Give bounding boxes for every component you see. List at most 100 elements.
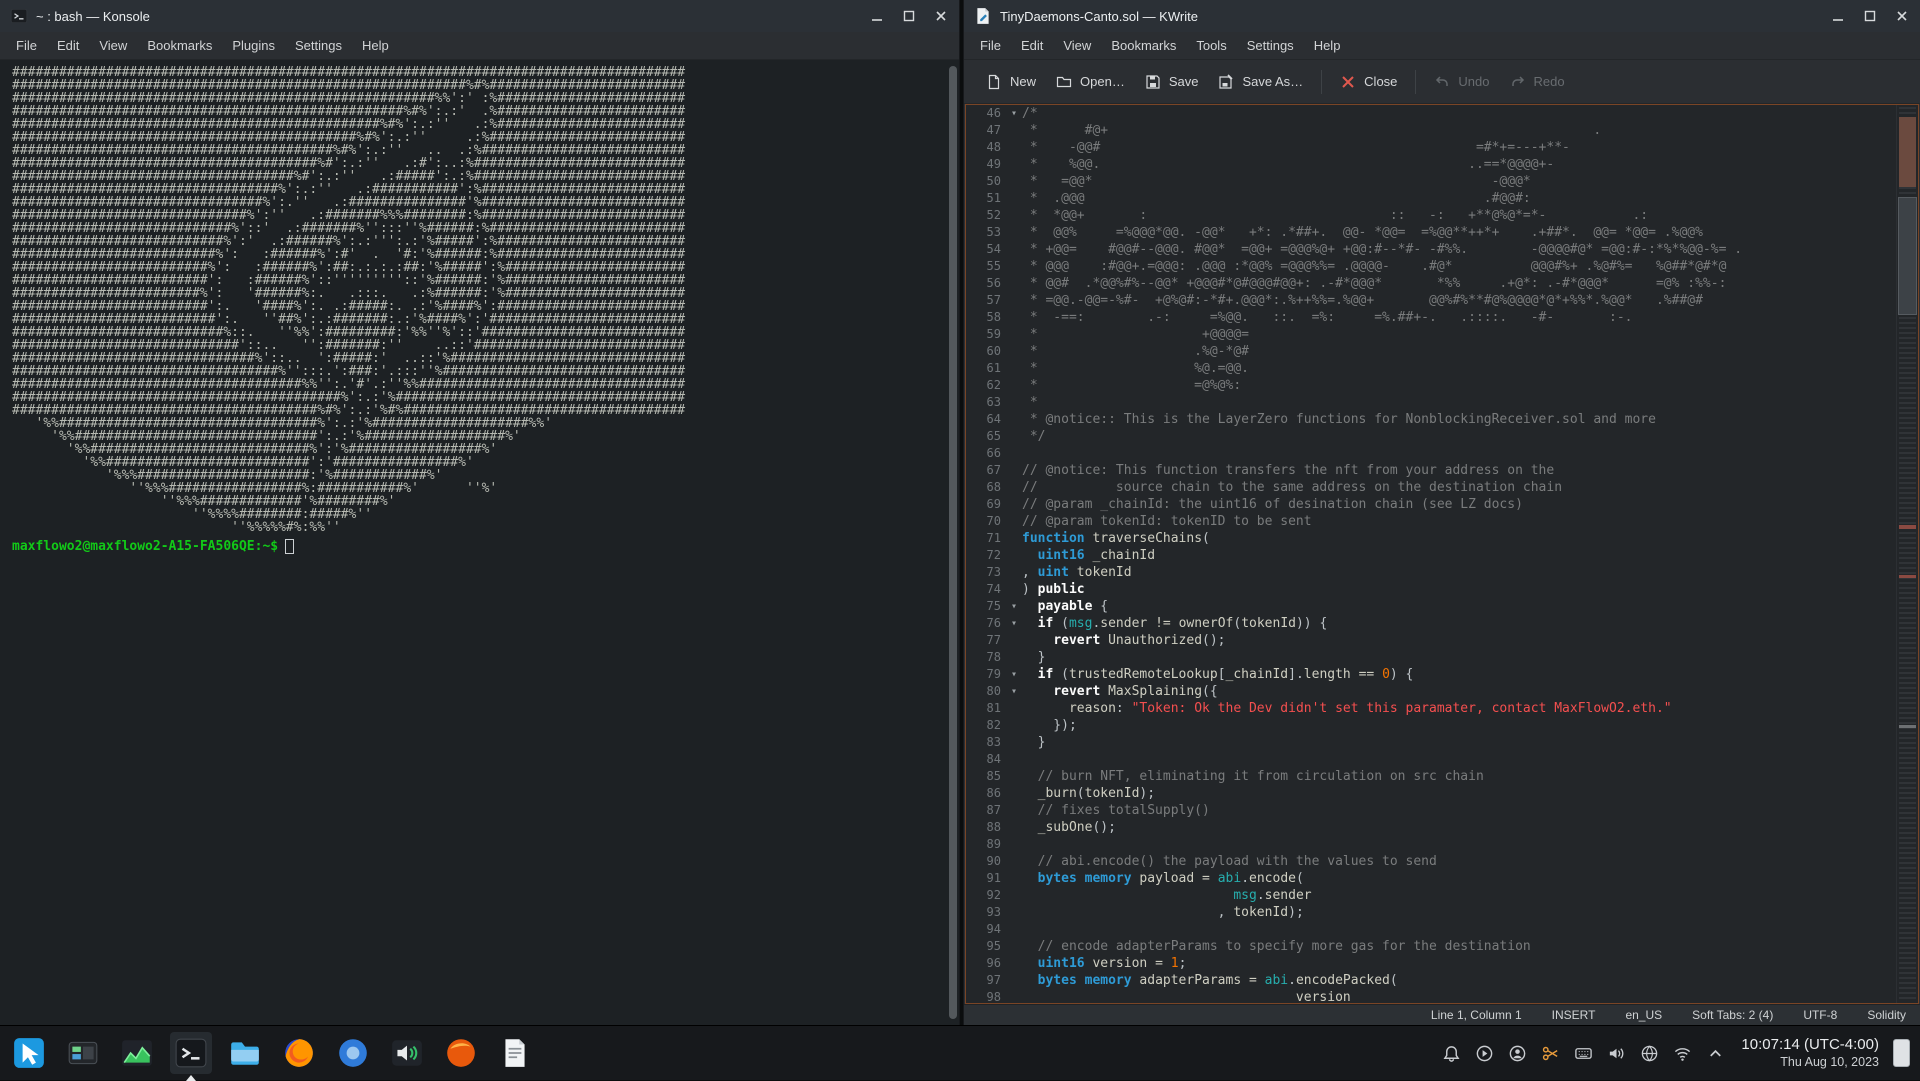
code-text: [1022, 836, 1896, 853]
fold-spacer: [1006, 972, 1022, 989]
close-button[interactable]: [933, 8, 949, 24]
status-solidity[interactable]: Solidity: [1867, 1008, 1906, 1022]
code-line-60: 60 * .%@-*@#: [966, 343, 1896, 360]
kwrite-statusbar: Line 1, Column 1 INSERT en_US Soft Tabs: 2 …: [964, 1004, 1920, 1025]
system-monitor-task[interactable]: [116, 1032, 158, 1074]
code-text: msg.sender: [1022, 887, 1896, 904]
open-button[interactable]: Open…: [1046, 68, 1135, 96]
code-text: * -@@# =#*+=---+**-: [1022, 139, 1896, 156]
save-button[interactable]: Save: [1135, 68, 1209, 96]
code-line-79: 79▾ if (trustedRemoteLookup[_chainId].le…: [966, 666, 1896, 683]
toolbar-button-label: Redo: [1534, 74, 1565, 89]
media-player-icon[interactable]: [1474, 1043, 1494, 1063]
line-number: 51: [966, 190, 1006, 207]
tray-expander-icon[interactable]: [1705, 1043, 1725, 1063]
minimap-mark: [1899, 117, 1916, 187]
code-text: /*: [1022, 105, 1896, 122]
volume-icon[interactable]: [1606, 1043, 1626, 1063]
code-text: * -==: .-: =%@@. ::. =%: =%.##+-. .::::.…: [1022, 309, 1896, 326]
fold-arrow-icon[interactable]: ▾: [1006, 683, 1022, 700]
line-number: 60: [966, 343, 1006, 360]
close-button[interactable]: [1894, 8, 1910, 24]
terminal-ascii-art: ########################################…: [12, 66, 947, 534]
menu-plugins[interactable]: Plugins: [222, 32, 285, 60]
new-button[interactable]: New: [976, 68, 1046, 96]
status-en-us[interactable]: en_US: [1625, 1008, 1662, 1022]
editor-view[interactable]: 46▾/*47 * #@+ .48 * -@@# =#*+=---+**-49 …: [965, 104, 1919, 1004]
fold-spacer: [1006, 139, 1022, 156]
menu-help[interactable]: Help: [352, 32, 399, 60]
line-number: 67: [966, 462, 1006, 479]
wifi-icon[interactable]: [1672, 1043, 1692, 1063]
status-line-1-column-1[interactable]: Line 1, Column 1: [1431, 1008, 1522, 1022]
user-account-icon[interactable]: [1507, 1043, 1527, 1063]
minimap-scrollbar[interactable]: [1896, 105, 1918, 1003]
line-number: 76: [966, 615, 1006, 632]
menu-file[interactable]: File: [970, 32, 1011, 60]
fold-arrow-icon[interactable]: ▾: [1006, 105, 1022, 122]
code-text: revert Unauthorized();: [1022, 632, 1896, 649]
line-number: 64: [966, 411, 1006, 428]
fold-spacer: [1006, 819, 1022, 836]
audio-player-task[interactable]: [386, 1032, 428, 1074]
network-icon[interactable]: [1639, 1043, 1659, 1063]
line-number: 89: [966, 836, 1006, 853]
fold-spacer: [1006, 768, 1022, 785]
fold-arrow-icon[interactable]: ▾: [1006, 598, 1022, 615]
konsole-task[interactable]: [170, 1032, 212, 1074]
menu-edit[interactable]: Edit: [1011, 32, 1053, 60]
clipboard-scissors-icon[interactable]: [1540, 1043, 1560, 1063]
launcher-task[interactable]: [8, 1032, 50, 1074]
menu-edit[interactable]: Edit: [47, 32, 89, 60]
code-text: * @@% =%@@@*@@. -@@* +*: .*##+. @@- *@@=…: [1022, 224, 1896, 241]
line-number: 48: [966, 139, 1006, 156]
document-viewer-task[interactable]: [494, 1032, 536, 1074]
new-document-icon: [986, 74, 1002, 90]
save-as-button[interactable]: Save As…: [1208, 68, 1313, 96]
firefox-task[interactable]: [278, 1032, 320, 1074]
fold-arrow-icon[interactable]: ▾: [1006, 666, 1022, 683]
code-line-88: 88 _subOne();: [966, 819, 1896, 836]
discover-task[interactable]: [332, 1032, 374, 1074]
code-text: // @param tokenId: tokenID to be sent: [1022, 513, 1896, 530]
menu-view[interactable]: View: [1053, 32, 1101, 60]
code-line-72: 72 uint16 _chainId: [966, 547, 1896, 564]
kwrite-titlebar[interactable]: TinyDaemons-Canto.sol — KWrite: [964, 0, 1920, 32]
menu-bookmarks[interactable]: Bookmarks: [137, 32, 222, 60]
redo-button: Redo: [1500, 68, 1575, 96]
notifications-bell-icon[interactable]: [1441, 1043, 1461, 1063]
menu-bookmarks[interactable]: Bookmarks: [1101, 32, 1186, 60]
dolphin-task[interactable]: [224, 1032, 266, 1074]
menu-view[interactable]: View: [89, 32, 137, 60]
status-soft-tabs-2-4[interactable]: Soft Tabs: 2 (4): [1692, 1008, 1773, 1022]
menu-settings[interactable]: Settings: [285, 32, 352, 60]
status-insert[interactable]: INSERT: [1552, 1008, 1596, 1022]
menu-settings[interactable]: Settings: [1237, 32, 1304, 60]
menu-help[interactable]: Help: [1304, 32, 1351, 60]
code-area[interactable]: 46▾/*47 * #@+ .48 * -@@# =#*+=---+**-49 …: [966, 105, 1896, 1003]
minimap-viewport[interactable]: [1898, 197, 1917, 315]
fold-spacer: [1006, 649, 1022, 666]
minimize-button[interactable]: [1830, 8, 1846, 24]
konsole-titlebar[interactable]: ~ : bash — Konsole: [0, 0, 959, 32]
clock[interactable]: 10:07:14 (UTC-4:00) Thu Aug 10, 2023: [1741, 1036, 1879, 1070]
fold-arrow-icon[interactable]: ▾: [1006, 615, 1022, 632]
code-line-77: 77 revert Unauthorized();: [966, 632, 1896, 649]
show-desktop-button[interactable]: [1893, 1039, 1910, 1067]
line-number: 71: [966, 530, 1006, 547]
status-utf-8[interactable]: UTF-8: [1803, 1008, 1837, 1022]
line-number: 92: [966, 887, 1006, 904]
terminal-scrollbar[interactable]: [949, 66, 957, 1019]
keyboard-layout-icon[interactable]: [1573, 1043, 1593, 1063]
browser-task[interactable]: [440, 1032, 482, 1074]
menu-tools[interactable]: Tools: [1186, 32, 1236, 60]
close-button[interactable]: Close: [1330, 68, 1407, 96]
maximize-button[interactable]: [1862, 8, 1878, 24]
menu-file[interactable]: File: [6, 32, 47, 60]
terminal[interactable]: ########################################…: [0, 60, 959, 1025]
pager-task[interactable]: [62, 1032, 104, 1074]
minimize-button[interactable]: [869, 8, 885, 24]
line-number: 62: [966, 377, 1006, 394]
line-number: 69: [966, 496, 1006, 513]
maximize-button[interactable]: [901, 8, 917, 24]
